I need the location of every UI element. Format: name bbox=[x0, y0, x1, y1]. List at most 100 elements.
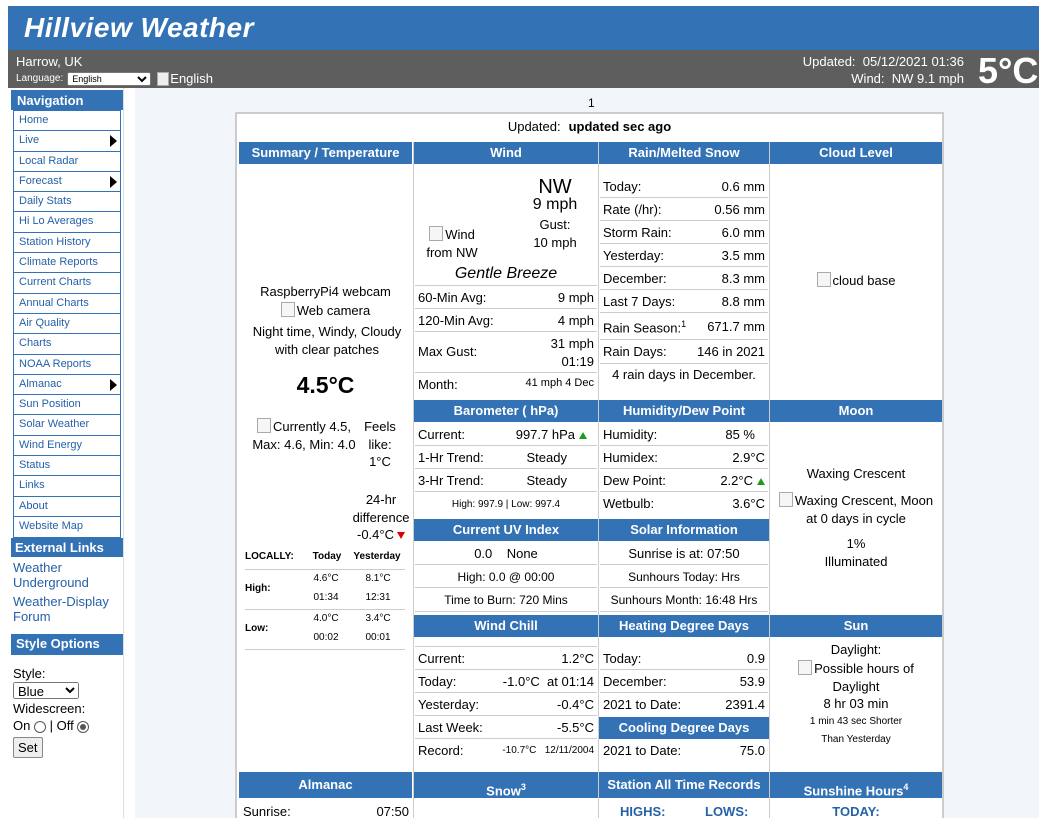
nav-item-live[interactable]: Live bbox=[14, 131, 120, 152]
baro-current-label: Current: bbox=[418, 427, 465, 442]
site-title[interactable]: Hillview Weather bbox=[24, 12, 254, 44]
nav-item-annual-charts[interactable]: Annual Charts bbox=[14, 294, 120, 314]
row-divider bbox=[600, 289, 768, 290]
daylight-value: 8 hr 03 min bbox=[823, 696, 889, 711]
moon-illum-pct: 1% bbox=[846, 536, 866, 551]
row-divider bbox=[415, 491, 597, 492]
sun-icon bbox=[798, 660, 813, 675]
row-divider bbox=[600, 468, 768, 469]
solar-header: Solar Information bbox=[599, 519, 769, 541]
external-links-title: External Links bbox=[11, 538, 123, 558]
table-divider bbox=[245, 569, 405, 570]
today-col: Today bbox=[312, 551, 342, 562]
windchill-week-row: Last Week: -5.5°C bbox=[418, 720, 594, 735]
update-info: Updated: 05/12/2021 01:36 Wind: NW 9.1 m… bbox=[803, 53, 964, 87]
row-divider bbox=[415, 669, 597, 670]
dashboard-updated: Updated: updated sec ago bbox=[507, 119, 672, 134]
language-flag[interactable]: English bbox=[157, 71, 213, 86]
nav-item-charts[interactable]: Charts bbox=[14, 334, 120, 355]
location-label: Harrow, UK bbox=[16, 54, 83, 69]
set-button[interactable]: Set bbox=[13, 737, 43, 759]
windchill-record-row: Record: -10.7°C 12/11/2004 bbox=[418, 743, 594, 758]
nav-item-website-map[interactable]: Website Map bbox=[14, 517, 120, 537]
nav-menu: Home Live Local Radar Forecast Daily Sta… bbox=[13, 110, 121, 539]
solar-sunhours-today: Sunhours Today: Hrs bbox=[628, 570, 740, 584]
row-divider bbox=[600, 363, 768, 364]
moon-illum-label: Illuminated bbox=[824, 554, 888, 569]
nav-item-home[interactable]: Home bbox=[14, 111, 120, 132]
style-select[interactable]: Blue bbox=[13, 682, 79, 700]
link-weather-underground[interactable]: Weather Underground bbox=[13, 560, 118, 590]
up-arrow-icon bbox=[757, 478, 765, 486]
rain-row: December: 8.3 mm bbox=[603, 271, 765, 286]
webcam-title: RaspberryPi4 webcam bbox=[260, 284, 391, 299]
rain-season-row: Rain Season:1 671.7 mm bbox=[603, 319, 765, 336]
low-label: Low: bbox=[245, 623, 269, 634]
row-divider bbox=[600, 445, 768, 446]
sunshine-today: TODAY: bbox=[832, 804, 880, 818]
records-header: Station All Time Records bbox=[599, 772, 769, 798]
webcam-image[interactable]: Web camera bbox=[239, 302, 412, 318]
rain-row: Yesterday: 3.5 mm bbox=[603, 248, 765, 263]
nav-item-station-history[interactable]: Station History bbox=[14, 233, 120, 254]
language-select[interactable]: English bbox=[67, 71, 152, 86]
almanac-header: Almanac bbox=[239, 772, 412, 798]
row-divider bbox=[415, 646, 597, 647]
rain-header: Rain/Melted Snow bbox=[599, 142, 769, 164]
daylight-shorter: 1 min 43 sec Shorter bbox=[809, 716, 903, 727]
high-today-time: 01:34 bbox=[313, 592, 339, 603]
row-divider bbox=[415, 468, 597, 469]
humidex-row: Humidex: 2.9°C bbox=[603, 450, 765, 465]
uv-header: Current UV Index bbox=[414, 519, 598, 541]
current-temp-large: 5°C bbox=[978, 50, 1039, 91]
nav-item-status[interactable]: Status bbox=[14, 456, 120, 477]
yesterday-col: Yesterday bbox=[353, 551, 401, 562]
row-divider bbox=[415, 715, 597, 716]
nav-item-forecast[interactable]: Forecast bbox=[14, 172, 120, 193]
nav-item-daily-stats[interactable]: Daily Stats bbox=[14, 192, 120, 213]
widescreen-label: Widescreen: bbox=[13, 701, 86, 717]
high-today: 4.6°C bbox=[313, 573, 339, 584]
temp-icon bbox=[256, 418, 271, 433]
windchill-current-row: Current: 1.2°C bbox=[418, 651, 594, 666]
row-divider bbox=[415, 587, 597, 588]
wind-speed: 9 mph bbox=[532, 196, 578, 213]
windchill-yesterday-row: Yesterday: -0.4°C bbox=[418, 697, 594, 712]
row-divider bbox=[600, 339, 768, 340]
nav-item-climate-reports[interactable]: Climate Reports bbox=[14, 253, 120, 274]
nav-item-current-charts[interactable]: Current Charts bbox=[14, 273, 120, 294]
wind-direction-image[interactable]: Wind from NW bbox=[417, 226, 487, 262]
feels-like-value: 1°C bbox=[369, 454, 391, 469]
cdd-ytd-row: 2021 to Date: 75.0 bbox=[603, 743, 765, 758]
diff-value: -0.4°C bbox=[347, 527, 415, 542]
dewpoint-row: Dew Point: 2.2°C bbox=[603, 473, 765, 488]
widescreen-off-radio[interactable] bbox=[77, 720, 90, 733]
maxgust-value: 31 mph bbox=[550, 336, 594, 351]
nav-item-solar-weather[interactable]: Solar Weather bbox=[14, 415, 120, 436]
moon-phase: Waxing Crescent bbox=[806, 466, 906, 481]
nav-item-hi-lo-averages[interactable]: Hi Lo Averages bbox=[14, 212, 120, 233]
link-weather-display-forum[interactable]: Weather-Display Forum bbox=[13, 594, 118, 624]
nav-item-noaa-reports[interactable]: NOAA Reports bbox=[14, 355, 120, 375]
widescreen-on-radio[interactable] bbox=[33, 720, 46, 733]
nav-item-local-radar[interactable]: Local Radar bbox=[14, 152, 120, 172]
locally-label: LOCALLY: bbox=[245, 551, 294, 562]
uv-current: 0.0 None bbox=[474, 546, 538, 561]
nav-item-almanac[interactable]: Almanac bbox=[14, 375, 120, 396]
webcam-icon bbox=[280, 302, 295, 317]
row-divider bbox=[600, 243, 768, 244]
nav-item-wind-energy[interactable]: Wind Energy bbox=[14, 436, 120, 457]
nav-item-sun-position[interactable]: Sun Position bbox=[14, 395, 120, 416]
language-selector: Language: English English bbox=[16, 71, 213, 86]
nav-item-air-quality[interactable]: Air Quality bbox=[14, 314, 120, 335]
column-divider bbox=[413, 142, 414, 818]
nav-item-about[interactable]: About bbox=[14, 497, 120, 517]
page-number: 1 bbox=[588, 96, 595, 110]
high-yesterday: 8.1°C bbox=[365, 573, 391, 584]
maxgust-time: 01:19 bbox=[561, 354, 594, 369]
off-label: | Off bbox=[49, 718, 74, 734]
nav-item-links[interactable]: Links bbox=[14, 476, 120, 497]
nav-title: Navigation bbox=[11, 90, 123, 110]
high-label: High: bbox=[245, 583, 271, 594]
low-yesterday-time: 00:01 bbox=[365, 632, 391, 643]
